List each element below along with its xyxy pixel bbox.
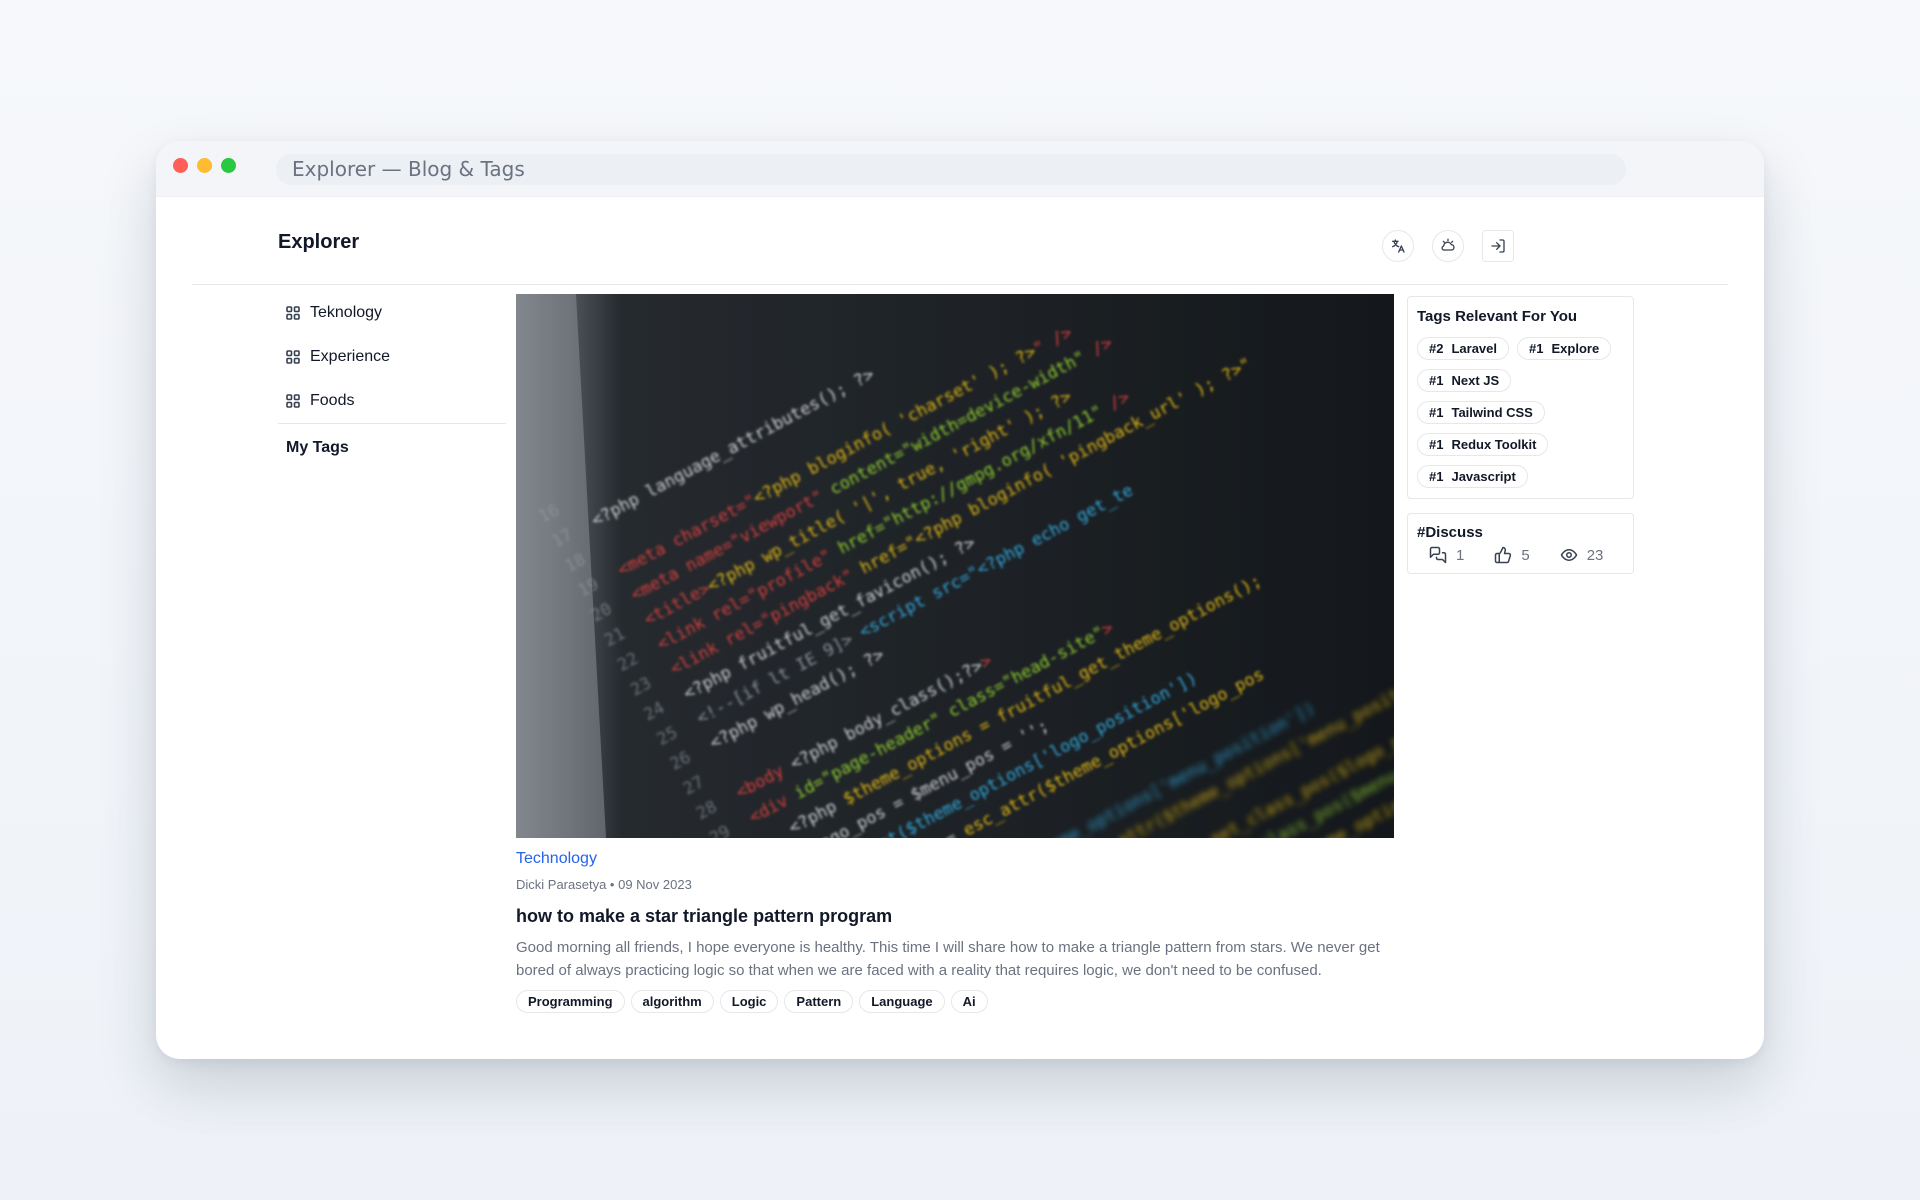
grid-icon (286, 350, 300, 364)
tag-name: Explore (1551, 341, 1600, 356)
close-window-button[interactable] (173, 158, 188, 173)
tag-rank: #1 (1429, 469, 1444, 484)
sidebar-item-label: Teknology (310, 304, 383, 321)
view-count: 23 (1560, 546, 1604, 564)
code-editor-photo: 161718 192021 222324 252627 282930 31323… (516, 294, 1394, 838)
tag-name: Next JS (1451, 373, 1500, 388)
sidebar-item-experience[interactable]: Experience (278, 335, 506, 379)
tag-name: Javascript (1451, 469, 1516, 484)
sidebar-item-label: Foods (310, 392, 355, 409)
language-button[interactable] (1382, 230, 1414, 262)
theme-toggle-button[interactable] (1432, 230, 1464, 262)
relevant-tags-title: Tags Relevant For You (1417, 308, 1578, 325)
comment-count-value: 1 (1456, 546, 1465, 564)
sidebar-item-label: Experience (310, 348, 391, 365)
eye-icon (1560, 549, 1577, 561)
relevant-tags-list: #2 Laravel #1 Explore #1 Next JS #1 Tailwind… (1417, 337, 1624, 488)
minimize-window-button[interactable] (197, 158, 212, 173)
post-tag-chip[interactable]: Pattern (784, 990, 854, 1013)
tag-rank: #1 (1429, 405, 1444, 420)
site-logo[interactable]: Explorer (278, 231, 359, 254)
sidebar: Teknology Experience Foods My Tags (278, 291, 506, 468)
post-tag-chip[interactable]: Logic (719, 990, 779, 1013)
relevant-tag-javascript[interactable]: #1 Javascript (1417, 465, 1528, 488)
comments-icon (1429, 546, 1447, 564)
sidebar-item-teknology[interactable]: Teknology (278, 291, 506, 335)
like-count-value: 5 (1521, 546, 1530, 564)
relevant-tag-laravel[interactable]: #2 Laravel (1417, 337, 1510, 360)
tag-rank: #1 (1529, 341, 1544, 356)
relevant-tags-card: Tags Relevant For You #2 Laravel #1 Explor… (1407, 296, 1634, 499)
top-navbar: Explorer (192, 197, 1728, 285)
post-tag-chip[interactable]: Programming (516, 990, 625, 1013)
tag-name: Redux Toolkit (1451, 437, 1537, 452)
maximize-window-button[interactable] (221, 158, 236, 173)
discuss-title: #Discuss (1417, 524, 1483, 541)
login-button[interactable] (1482, 230, 1514, 262)
post-tag-chip[interactable]: Ai (950, 990, 988, 1013)
post-category-link[interactable]: Technology (516, 848, 1394, 870)
tag-rank: #1 (1429, 437, 1444, 452)
browser-window: Explorer — Blog & Tags Explorer Teknolog… (156, 141, 1764, 1059)
thumbs-up-icon (1495, 546, 1512, 564)
tag-rank: #1 (1429, 373, 1444, 388)
tag-name: Laravel (1451, 341, 1498, 356)
post-cover-image[interactable]: 161718 192021 222324 252627 282930 31323… (516, 294, 1394, 838)
relevant-tag-redux[interactable]: #1 Redux Toolkit (1417, 433, 1549, 456)
sidebar-item-foods[interactable]: Foods (278, 379, 506, 423)
discuss-card[interactable]: #Discuss 1 5 23 (1407, 513, 1634, 574)
post-tag-list: Programming algorithm Logic Pattern Lang… (516, 990, 1394, 1013)
grid-icon (286, 394, 300, 408)
relevant-tag-explore[interactable]: #1 Explore (1517, 337, 1612, 360)
translate-icon (1392, 239, 1405, 253)
tag-name: Tailwind CSS (1451, 405, 1533, 420)
main-feed: 161718 192021 222324 252627 282930 31323… (516, 294, 1394, 1013)
grid-icon (286, 306, 300, 320)
weather-icon (1441, 238, 1455, 251)
login-icon (1491, 239, 1505, 253)
post-tag-chip[interactable]: algorithm (630, 990, 714, 1013)
post-excerpt: Good morning all friends, I hope everyon… (516, 939, 1380, 979)
relevant-tag-tailwind[interactable]: #1 Tailwind CSS (1417, 401, 1545, 424)
post-author-date: Dicki Parasetya • 09 Nov 2023 (516, 877, 692, 892)
view-count-value: 23 (1586, 546, 1604, 564)
relevant-tag-nextjs[interactable]: #1 Next JS (1417, 369, 1512, 392)
address-bar[interactable]: Explorer — Blog & Tags (276, 154, 1626, 185)
right-sidebar: Tags Relevant For You #2 Laravel #1 Explor… (1407, 296, 1634, 574)
sidebar-my-tags[interactable]: My Tags (278, 428, 506, 468)
title-bar: Explorer — Blog & Tags (156, 141, 1764, 197)
post-title[interactable]: how to make a star triangle pattern prog… (516, 904, 1394, 928)
comment-count[interactable]: 1 (1429, 546, 1464, 564)
post-tag-chip[interactable]: Language (859, 990, 945, 1013)
tag-rank: #2 (1429, 341, 1444, 356)
like-count[interactable]: 5 (1494, 546, 1530, 564)
sidebar-divider (278, 423, 506, 424)
discuss-stats: 1 5 23 (1417, 545, 1624, 565)
